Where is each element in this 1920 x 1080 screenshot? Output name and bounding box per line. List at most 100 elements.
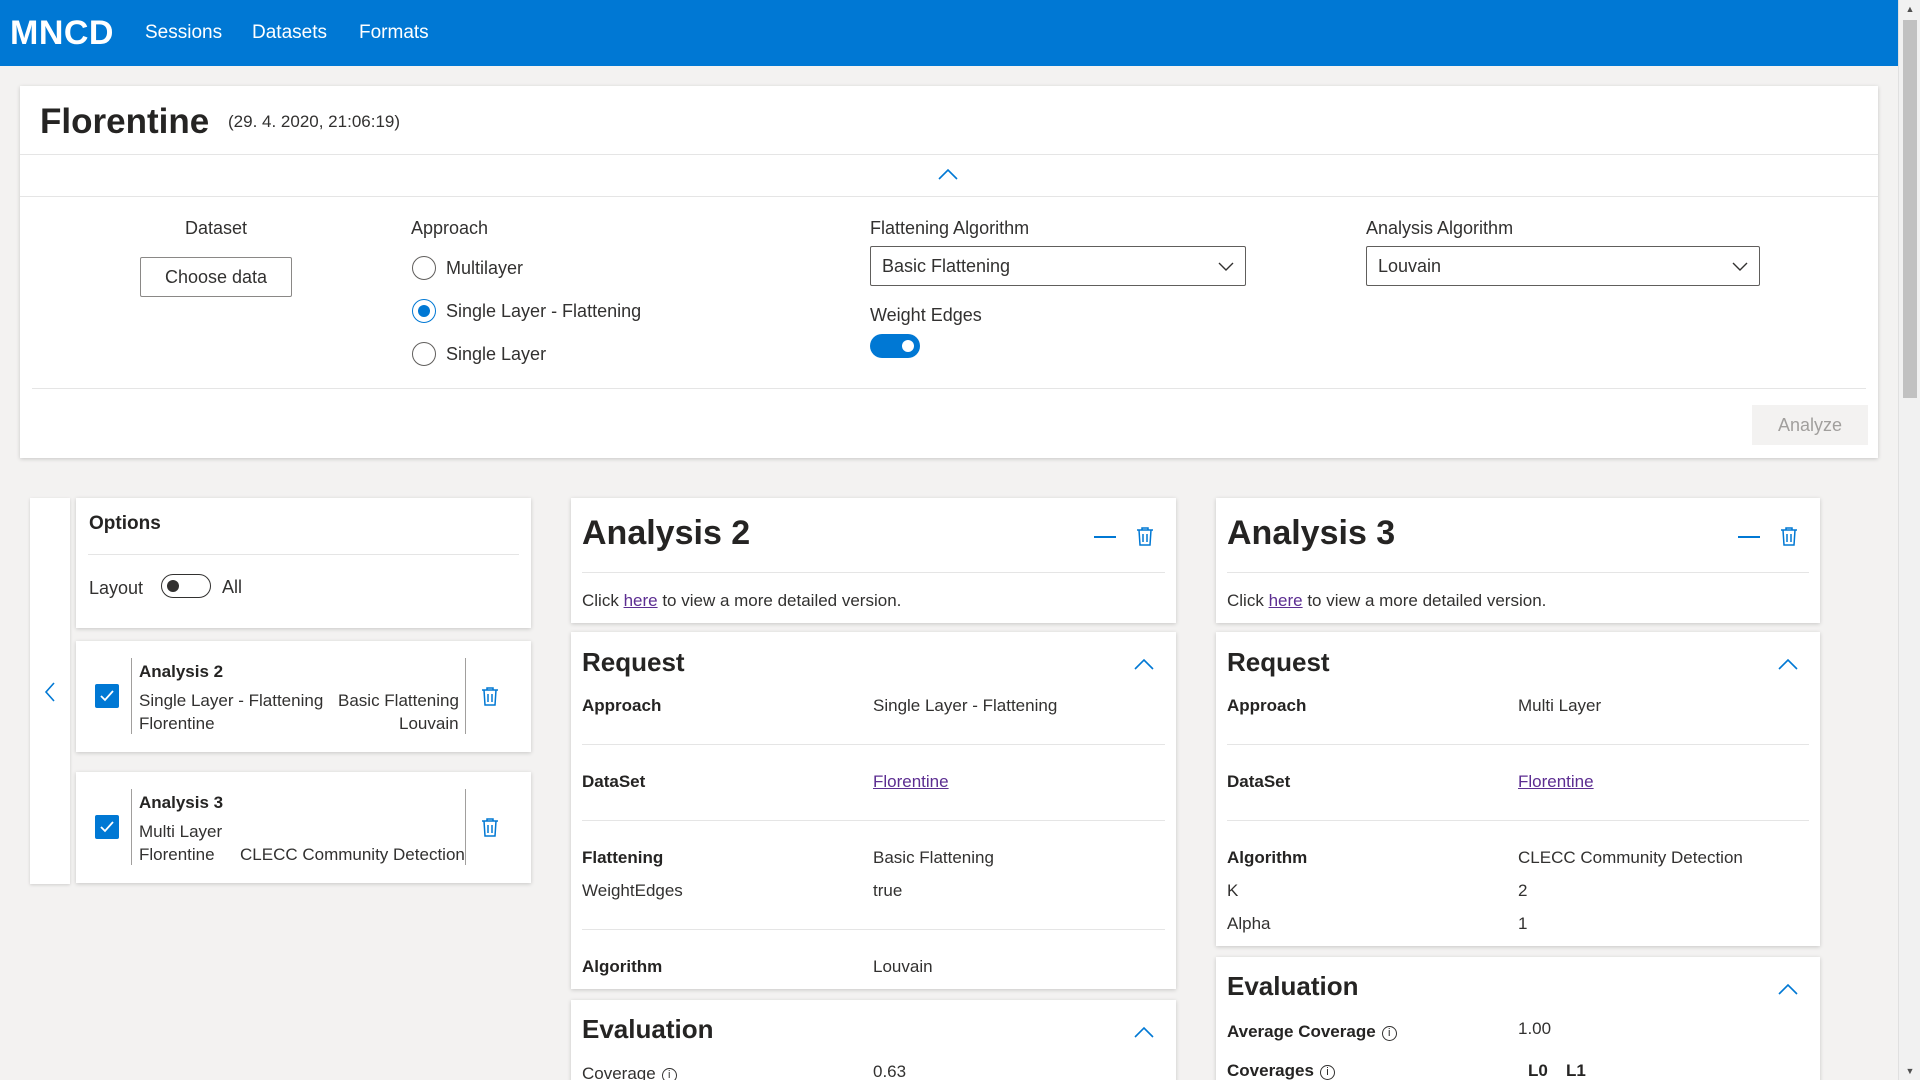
radio-label: Multilayer [446,257,524,278]
layout-toggle[interactable] [161,574,211,598]
scroll-down-arrow-icon[interactable]: ▼ [1899,1062,1920,1080]
divider [1227,572,1809,573]
chevron-up-icon[interactable] [1134,1022,1154,1042]
analysis-list-item[interactable]: Analysis 3 Multi Layer Florentine CLECC … [76,772,531,883]
row-value: 1 [1518,914,1528,933]
nav-formats[interactable]: Formats [359,22,429,44]
brand-logo[interactable]: MNCD [10,14,114,53]
checkmark-icon [100,690,114,702]
chevron-down-icon [1218,262,1234,271]
nav-datasets[interactable]: Datasets [252,22,327,44]
coverage-label: Coverage i [582,1064,677,1080]
analysis-list-approach: Single Layer - Flattening [139,691,324,710]
row-label: Alpha [1227,914,1271,933]
minimize-icon[interactable] [1094,536,1116,538]
chevron-up-icon[interactable] [938,164,958,184]
dataset-link[interactable]: Florentine [1518,772,1594,792]
divider [88,554,519,555]
analysis-2-request-card: Request Approach Single Layer - Flatteni… [571,632,1176,989]
info-icon[interactable]: i [1319,1065,1335,1080]
coverages-label: Coverages i [1227,1061,1335,1080]
chevron-left-icon[interactable] [40,680,60,704]
choose-data-button[interactable]: Choose data [140,257,292,297]
row-value: 2 [1518,881,1528,900]
analysis-list-dataset: Florentine [139,714,215,733]
side-panel-collapse [30,498,70,884]
scrollbar-thumb[interactable] [1903,20,1917,398]
coverages-header-l0: L0 [1528,1061,1548,1080]
analysis-list-approach: Multi Layer [139,822,223,841]
row-value: Multi Layer [1518,696,1602,715]
analysis-list-item[interactable]: Analysis 2 Single Layer - Flattening Bas… [76,641,531,752]
nav-sessions[interactable]: Sessions [145,22,222,44]
analysis-checkbox[interactable] [95,684,119,708]
weight-edges-toggle[interactable] [870,334,920,358]
analysis-checkbox[interactable] [95,815,119,839]
row-label: DataSet [582,772,646,791]
chevron-up-icon[interactable] [1778,654,1798,674]
row-value: Basic Flattening [873,848,994,867]
flattening-algorithm-dropdown[interactable]: Basic Flattening [870,246,1246,286]
divider [20,154,1878,155]
coverage-value: 0.63 [873,1062,907,1080]
trash-icon[interactable] [1778,525,1800,547]
row-label: Algorithm [582,957,663,976]
trash-icon[interactable] [1134,525,1156,547]
row-label: DataSet [1227,772,1291,791]
analysis-algorithm-dropdown[interactable]: Louvain [1366,246,1760,286]
detail-link[interactable]: here [1269,591,1303,610]
radio-circle-selected[interactable] [412,299,436,323]
request-title: Request [582,647,685,677]
analyze-button[interactable]: Analyze [1752,405,1868,445]
analysis-list-dataset: Florentine [139,845,215,864]
radio-multilayer[interactable]: Multilayer [412,256,523,280]
options-title: Options [89,513,161,534]
checkmark-icon [100,821,114,833]
top-navigation-bar: MNCD Sessions Datasets Formats [0,0,1898,66]
session-panel: Florentine (29. 4. 2020, 21:06:19) Datas… [20,86,1878,458]
layout-value: All [222,577,243,597]
dropdown-value: Louvain [1378,255,1442,276]
analysis-2-header-card: Analysis 2 Click here to view a more det… [571,498,1176,623]
evaluation-title: Evaluation [1227,971,1359,1001]
weight-edges-label: Weight Edges [870,305,982,325]
trash-icon[interactable] [479,816,501,838]
row-label: Flattening [582,848,664,867]
layout-label: Layout [89,578,144,598]
dataset-label: Dataset [185,218,248,238]
analysis-list-title: Analysis 3 [139,793,224,812]
analysis-algorithm-label: Analysis Algorithm [1366,218,1514,238]
detail-link[interactable]: here [624,591,658,610]
divider [582,572,1165,573]
radio-label: Single Layer - Flattening [446,300,642,321]
analysis-3-request-card: Request Approach Multi Layer DataSet Flo… [1216,632,1820,946]
divider [32,388,1866,389]
row-value: Single Layer - Flattening [873,696,1058,715]
radio-single-layer-flattening[interactable]: Single Layer - Flattening [412,299,641,323]
trash-icon[interactable] [479,685,501,707]
dataset-link[interactable]: Florentine [873,772,949,792]
chevron-up-icon[interactable] [1134,654,1154,674]
chevron-up-icon[interactable] [1778,979,1798,999]
scroll-up-arrow-icon[interactable]: ▲ [1899,0,1920,18]
page-scrollbar[interactable]: ▲ ▼ [1898,0,1920,1080]
request-title: Request [1227,647,1330,677]
detail-text: Click here to view a more detailed versi… [582,591,902,610]
row-label: Approach [582,696,662,715]
info-icon[interactable]: i [661,1068,677,1080]
radio-single-layer[interactable]: Single Layer [412,342,546,366]
evaluation-title: Evaluation [582,1014,714,1044]
info-icon[interactable]: i [1381,1026,1397,1041]
row-value: Louvain [873,957,933,976]
analysis-title: Analysis 3 [1227,514,1396,552]
analysis-list-algorithm: Louvain [399,714,459,733]
options-card: Options Layout All [76,498,531,628]
radio-circle[interactable] [412,342,436,366]
radio-circle[interactable] [412,256,436,280]
coverages-header-l1: L1 [1566,1061,1586,1080]
analysis-2-evaluation-card: Evaluation Coverage i 0.63 [571,1000,1176,1080]
session-title: Florentine [40,102,210,141]
analysis-3-header-card: Analysis 3 Click here to view a more det… [1216,498,1820,623]
avg-coverage-value: 1.00 [1518,1019,1552,1038]
minimize-icon[interactable] [1738,536,1760,538]
